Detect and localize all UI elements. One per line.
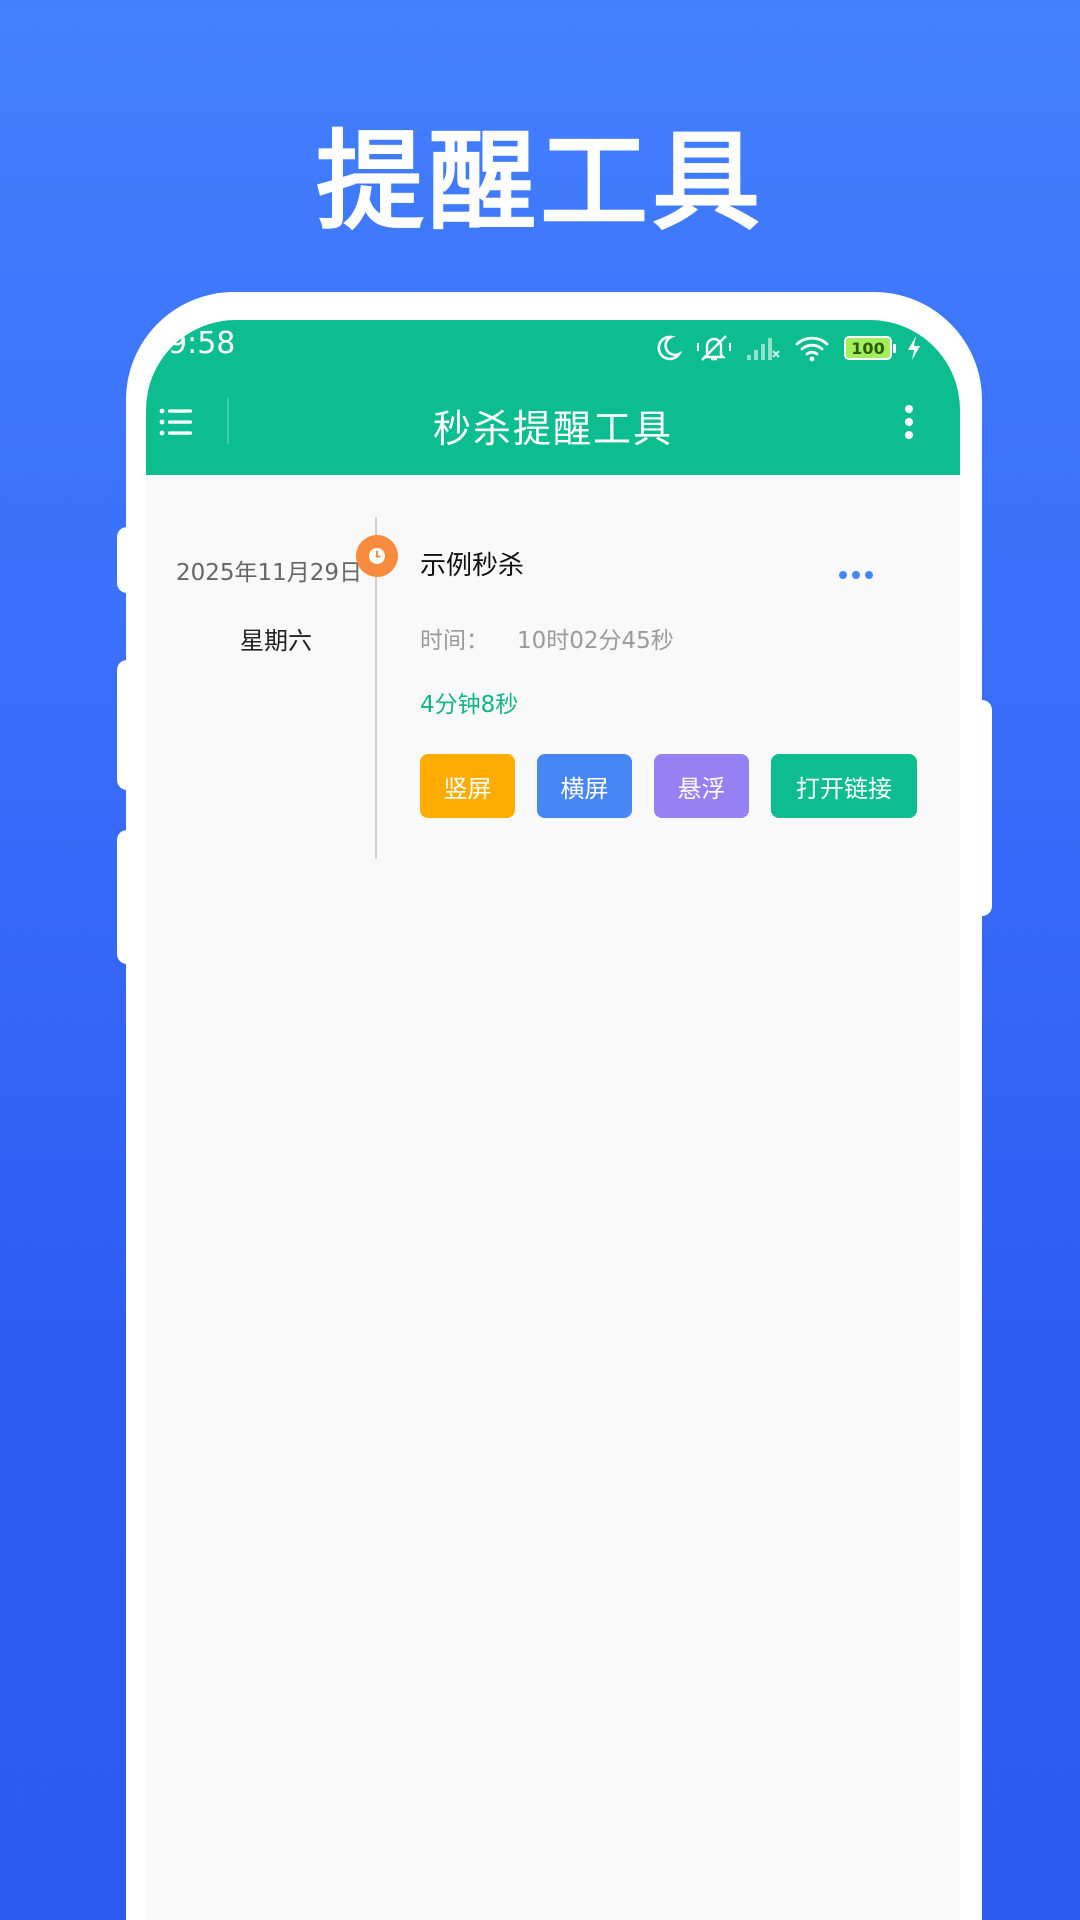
signal-icon: [747, 338, 780, 360]
reminder-time-value: 10时02分45秒: [517, 628, 674, 654]
reminder-title: 示例秒杀: [420, 551, 525, 581]
status-time: 9:58: [168, 326, 236, 361]
status-icons: 100: [654, 326, 922, 370]
float-button[interactable]: 悬浮: [654, 754, 749, 818]
reminder-more-button[interactable]: [836, 565, 876, 585]
battery-level: 100: [851, 338, 885, 358]
charging-icon: [908, 336, 920, 360]
timeline-weekday: 星期六: [240, 627, 312, 655]
reminder-time: 时间： 10时02分45秒: [420, 621, 674, 655]
page-title: 秒杀提醒工具: [432, 407, 673, 451]
landscape-button[interactable]: 横屏: [537, 754, 632, 818]
phone-screen: 9:58 100 秒杀提醒工具 2025年11月29日 星期六 示例秒杀 时间：…: [146, 320, 960, 1920]
reminder-time-label: 时间：: [420, 628, 489, 654]
reminder-countdown: 4分钟8秒: [420, 692, 519, 718]
timeline-date: 2025年11月29日: [176, 560, 363, 586]
open-link-button[interactable]: 打开链接: [771, 754, 917, 818]
moon-icon: [657, 335, 682, 361]
more-vertical-icon: [905, 405, 913, 439]
reminder-timeline: 2025年11月29日 星期六 示例秒杀 时间： 10时02分45秒 4分钟8秒 …: [146, 475, 960, 1920]
reminder-actions: 竖屏 横屏 悬浮 打开链接: [420, 754, 917, 818]
battery-icon: 100: [844, 336, 896, 360]
promo-title: 提醒工具: [315, 120, 764, 245]
app-header: 9:58 100 秒杀提醒工具: [146, 320, 960, 475]
bell-off-icon: [697, 335, 731, 361]
clock-icon: [356, 535, 398, 577]
more-horizontal-icon: [839, 571, 873, 579]
wifi-icon: [795, 336, 829, 362]
portrait-button[interactable]: 竖屏: [420, 754, 515, 818]
more-options-button[interactable]: [894, 402, 924, 442]
